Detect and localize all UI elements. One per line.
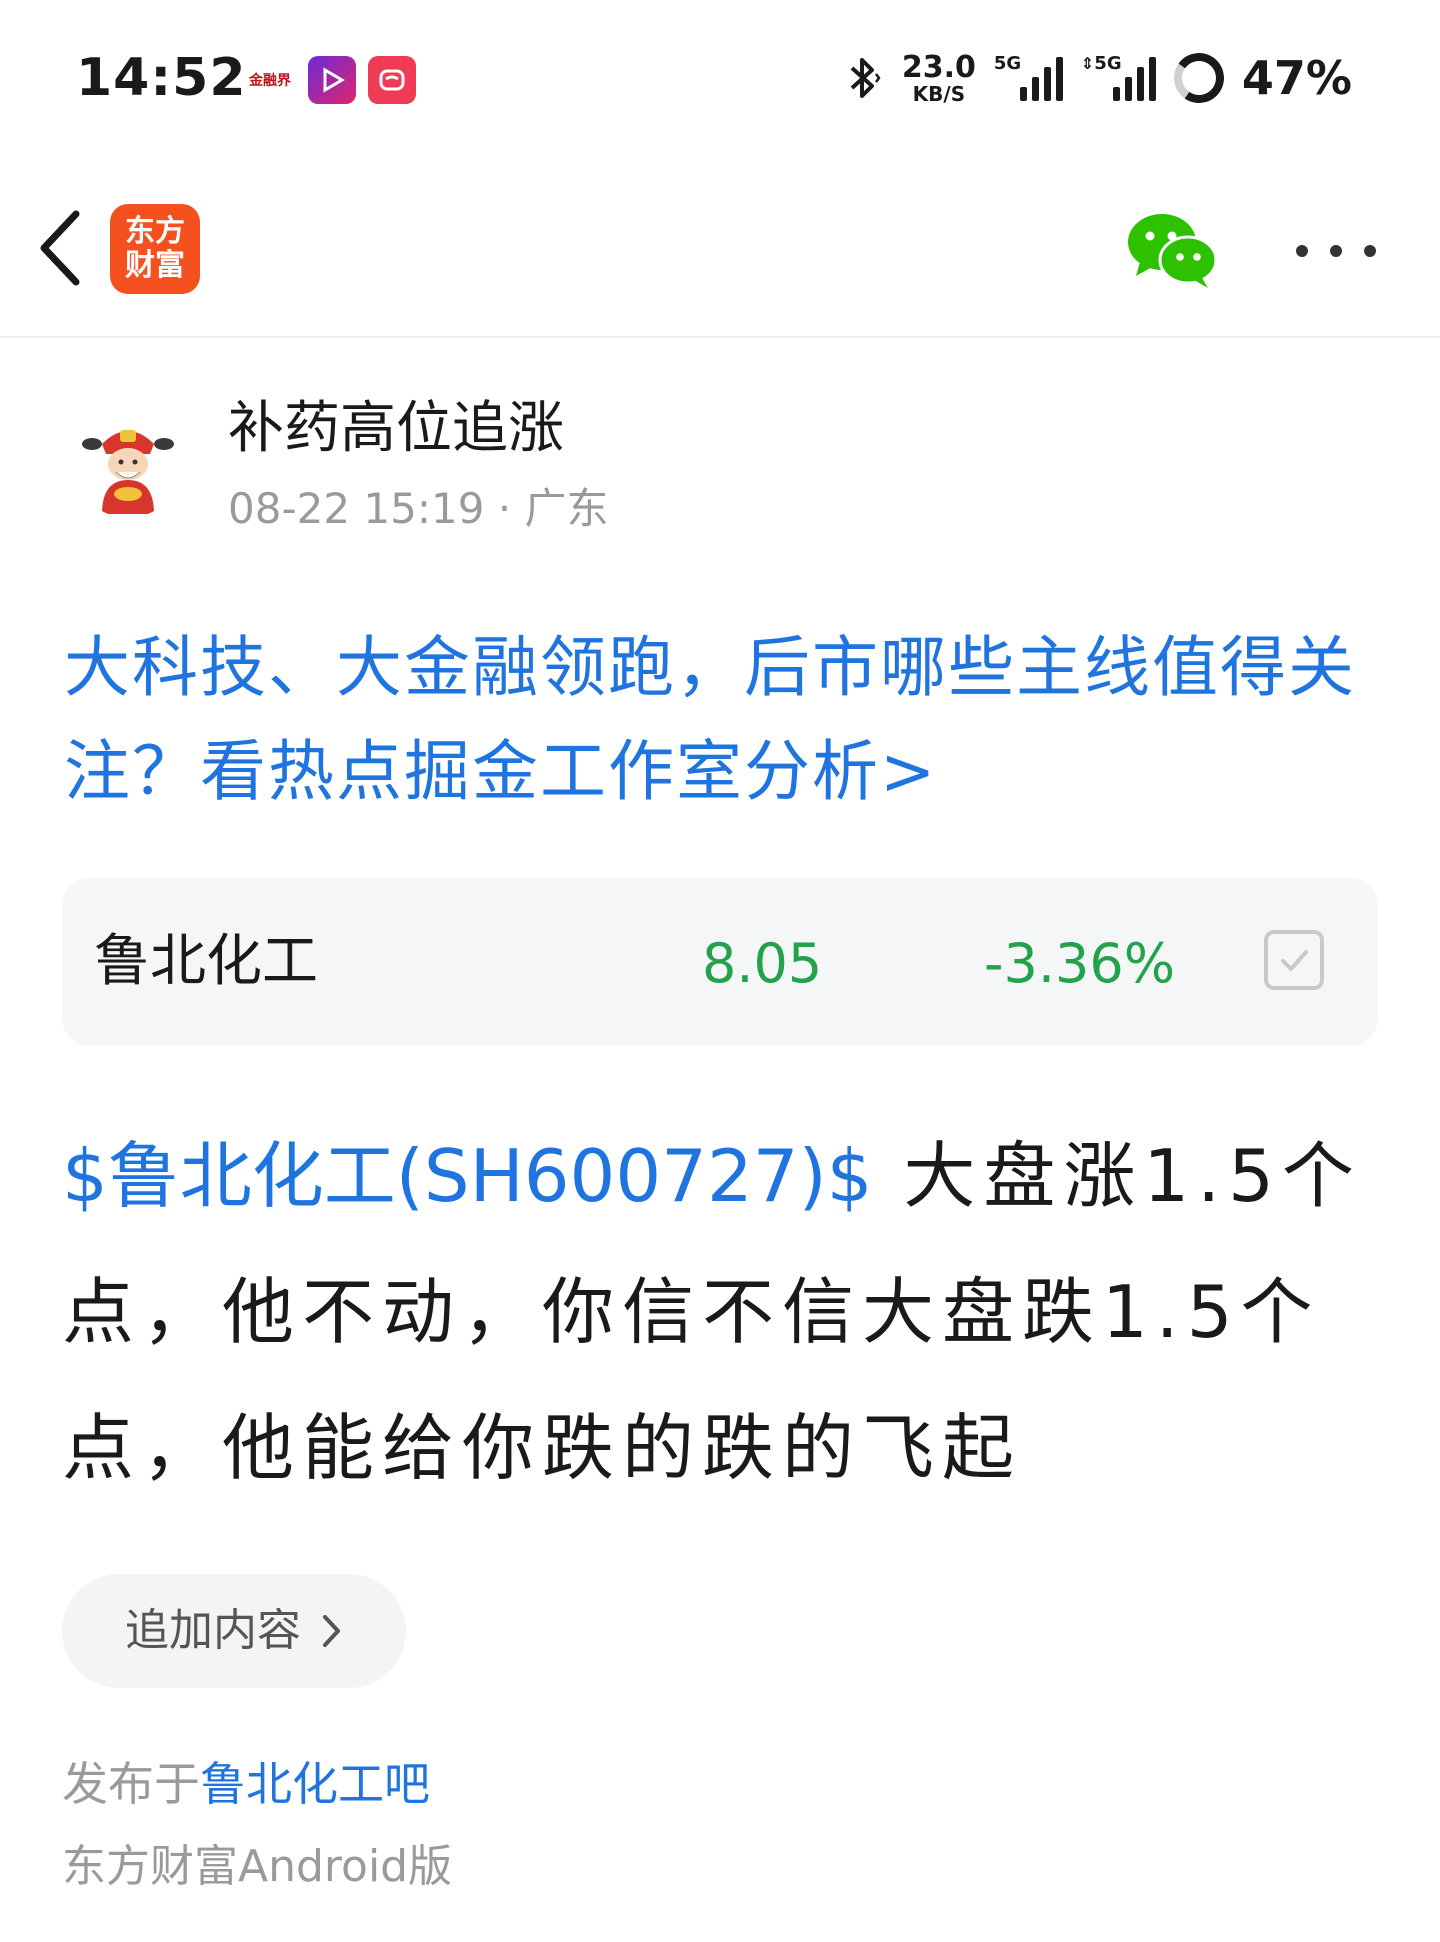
battery-percent: 47% (1241, 51, 1352, 105)
status-bar: 14:52 金融界 23.0 KB/S 5G ⇕5G 47% (0, 0, 1440, 150)
post-meta: 08-22 15:19 · 广东 (228, 484, 609, 533)
video-app-icon (308, 56, 356, 104)
network-speed-value: 23.0 (901, 49, 976, 85)
signal-strength-icon-1: 5G (994, 55, 1063, 101)
signal-2-tag: ⇕5G (1080, 53, 1122, 74)
add-content-label: 追加内容 (125, 1605, 301, 1656)
notification-icons: 金融界 (244, 56, 416, 104)
stock-quote-card[interactable]: 鲁北化工 8.05 -3.36% (62, 878, 1378, 1046)
app-header: 东方 财富 (0, 150, 1440, 338)
chevron-left-icon (40, 210, 80, 286)
battery-icon (1169, 49, 1228, 107)
stock-name: 鲁北化工 (94, 929, 318, 994)
add-content-button[interactable]: 追加内容 (62, 1574, 406, 1688)
caishen-avatar-icon (76, 414, 180, 518)
wechat-icon (1128, 214, 1218, 288)
more-dot (1330, 245, 1342, 257)
check-icon (1281, 950, 1308, 971)
stock-price: 8.05 (702, 932, 823, 995)
client-info: 东方财富Android版 (62, 1841, 453, 1892)
published-in: 发布于鲁北化工吧 (62, 1756, 430, 1812)
chevron-right-icon (323, 1615, 340, 1647)
more-dot (1364, 245, 1376, 257)
signal-strength-icon-2: ⇕5G (1081, 55, 1156, 101)
xf-app-icon (368, 56, 416, 104)
brand-logo[interactable]: 东方 财富 (110, 204, 200, 294)
forum-link[interactable]: 鲁北化工吧 (200, 1757, 430, 1811)
stock-change: -3.36% (984, 932, 1176, 995)
more-dots-icon (1296, 245, 1308, 257)
watchlist-checkbox[interactable] (1264, 930, 1324, 990)
more-options-button[interactable] (1296, 236, 1376, 266)
signal-1-tag: 5G (993, 53, 1022, 74)
post-body: $鲁北化工(SH600727)$ 大盘涨1.5个点，他不动，你信不信大盘跌1.5… (62, 1108, 1382, 1516)
published-prefix: 发布于 (62, 1757, 200, 1811)
network-speed-unit: KB/S (912, 81, 966, 106)
system-icons: 23.0 KB/S 5G ⇕5G 47% (844, 46, 1352, 110)
author-avatar[interactable] (76, 414, 180, 518)
wechat-share-button[interactable] (1124, 210, 1220, 290)
network-speed: 23.0 KB/S (901, 49, 976, 106)
jrj-app-icon: 金融界 (244, 56, 296, 104)
status-time: 14:52 (76, 48, 247, 108)
author-name[interactable]: 补药高位追涨 (228, 396, 564, 462)
stock-tag-link[interactable]: $鲁北化工(SH600727)$ (62, 1134, 873, 1218)
promo-link[interactable]: 大科技、大金融领跑，后市哪些主线值得关注？看热点掘金工作室分析> (64, 616, 1384, 824)
author-block: 补药高位追涨 08-22 15:19 · 广东 (76, 388, 1366, 548)
bluetooth-icon (850, 58, 881, 98)
brand-logo-line2: 财富 (125, 248, 185, 283)
brand-logo-line1: 东方 (125, 214, 185, 249)
back-button[interactable] (30, 208, 90, 288)
